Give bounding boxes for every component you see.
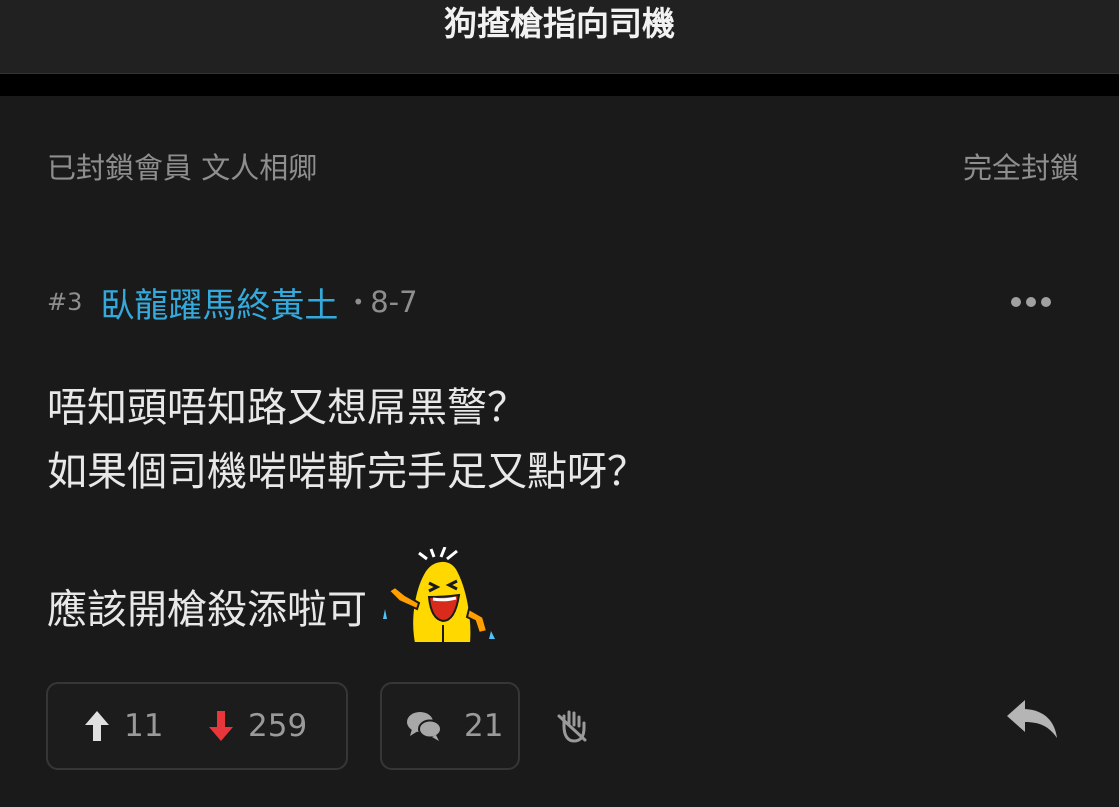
comments-button[interactable]: 21 (380, 682, 520, 770)
thread-title: 狗揸槍指向司機 (444, 4, 675, 43)
downvote-count: 259 (248, 708, 308, 744)
arrow-up-icon (85, 711, 109, 741)
more-dots-icon[interactable] (1001, 284, 1061, 320)
post-line: 如果個司機啱啱斬完手足又點呀？ (47, 449, 647, 495)
author-name[interactable]: 臥龍躍馬終黃土 (100, 278, 338, 327)
thread-page: 狗揸槍指向司機 已封鎖會員 文人相卿 完全封鎖 #3 臥龍躍馬終黃土 • 8-7… (0, 0, 1119, 807)
vote-box: 11 259 (46, 682, 348, 770)
laughing-sticker (383, 547, 495, 644)
post-line: 唔知頭唔知路又想屌黑警？ (47, 385, 527, 431)
post-date: 8-7 (370, 285, 418, 319)
post-header: #3 臥龍躍馬終黃土 • 8-7 (47, 278, 1061, 327)
blocked-member-label: 已封鎖會員 文人相卿 (47, 151, 318, 185)
meta-separator: • (352, 290, 365, 314)
full-block-button[interactable]: 完全封鎖 (963, 145, 1079, 187)
upvote-count: 11 (124, 708, 164, 744)
downvote-button[interactable]: 259 (208, 684, 307, 768)
top-navigation-bar: 狗揸槍指向司機 (0, 0, 1119, 74)
post-actions: 11 259 21 (46, 682, 1061, 770)
comment-bubbles-icon (407, 712, 442, 741)
reply-icon[interactable] (1003, 696, 1061, 742)
arrow-down-icon (209, 711, 233, 741)
post-body: 唔知頭唔知路又想屌黑警？ 如果個司機啱啱斬完手足又點呀？ 應該開槍殺添啦可 (47, 376, 1079, 656)
post-line-with-sticker: 應該開槍殺添啦可 (47, 547, 1079, 656)
upvote-button[interactable]: 11 (84, 684, 163, 768)
divider-strip (0, 74, 1119, 96)
hand-icon[interactable] (554, 708, 590, 744)
comment-count: 21 (464, 708, 504, 744)
blocked-member-notice: 已封鎖會員 文人相卿 完全封鎖 (47, 146, 1079, 186)
post-number: #3 (47, 288, 83, 316)
post-line: 應該開槍殺添啦可 (47, 587, 367, 633)
